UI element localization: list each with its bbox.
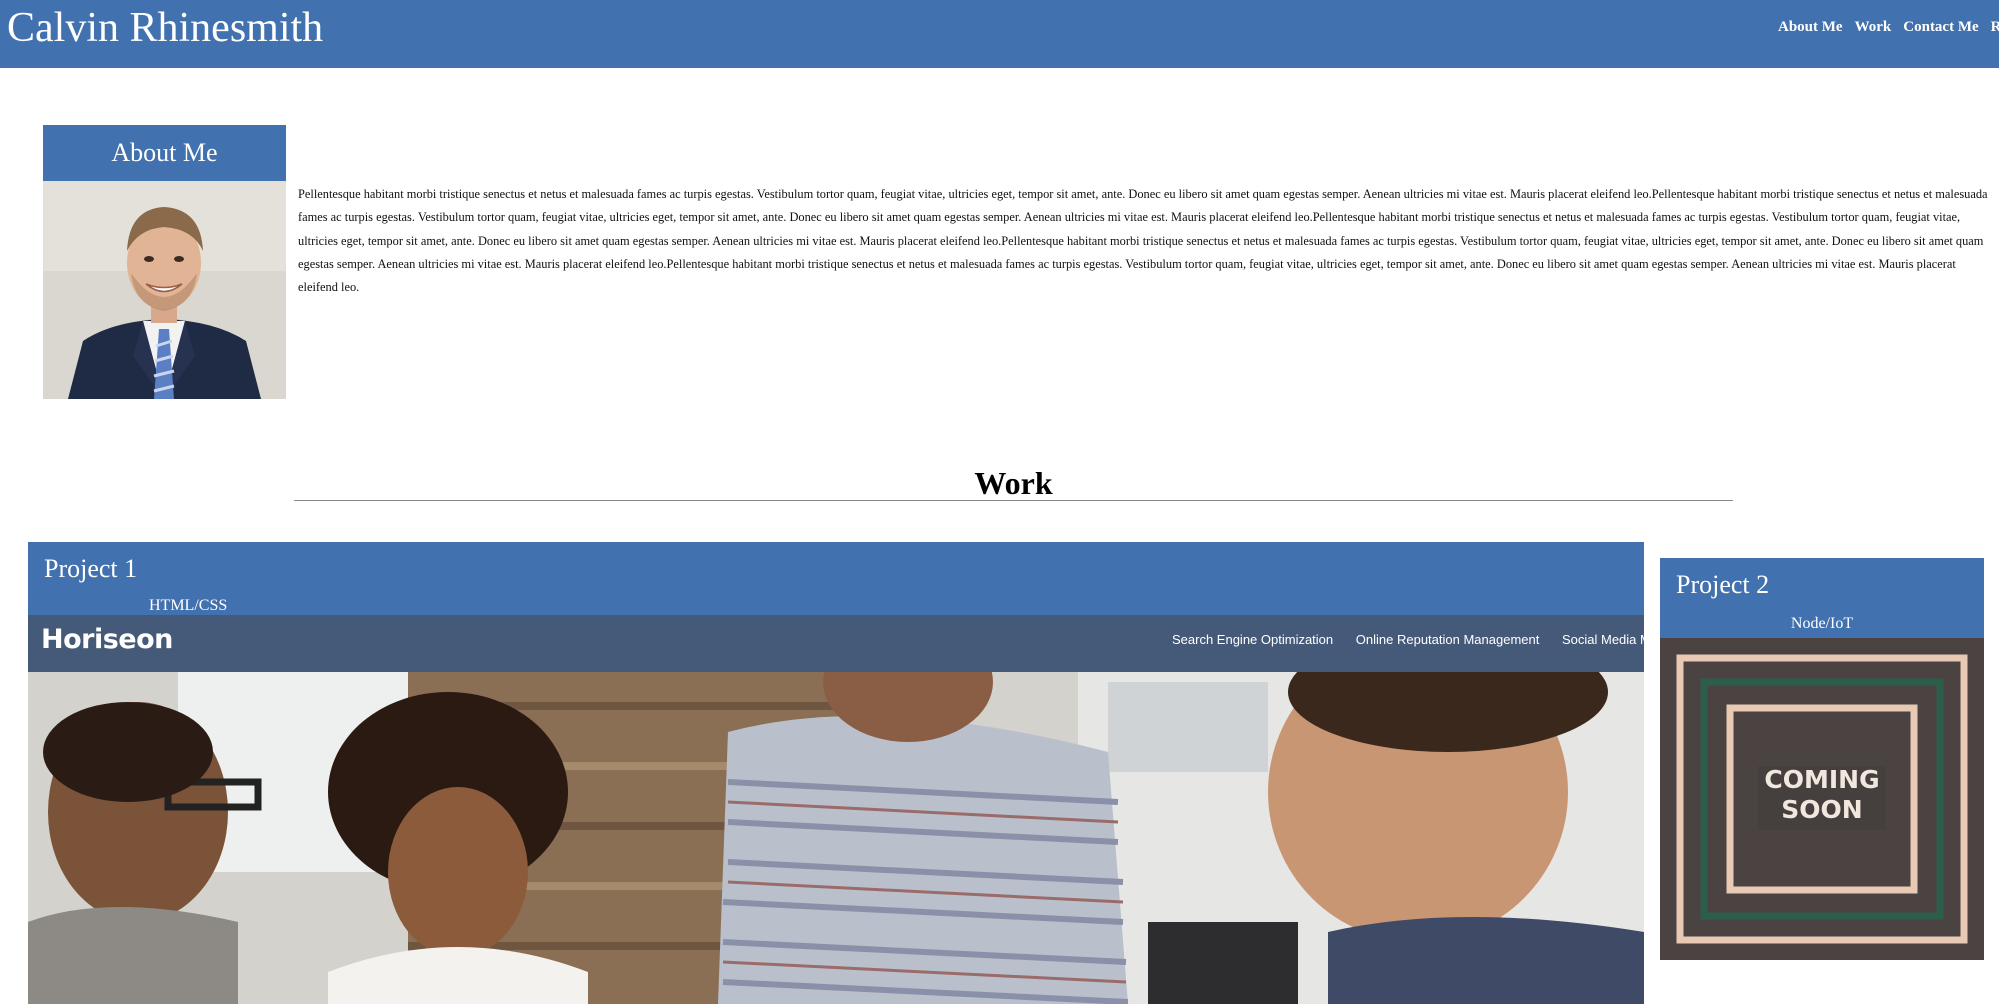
- nav-link-resume[interactable]: Resume: [1991, 19, 1999, 35]
- project-card-1[interactable]: Project 1 HTML/CSS Horiseon Search Engin…: [28, 542, 1644, 1004]
- horiseon-nav-item: Social Media Marketing: [1561, 632, 1644, 647]
- work-divider: [294, 500, 1733, 501]
- nav-link-about-me[interactable]: About Me: [1778, 19, 1843, 35]
- site-title: Calvin Rhinesmith: [7, 5, 324, 51]
- project-1-screenshot[interactable]: Horiseon Search Engine Optimization Onli…: [28, 615, 1644, 1004]
- site-header: Calvin Rhinesmith About Me Work Contact …: [0, 0, 1999, 68]
- horiseon-nav: Search Engine Optimization Online Reputa…: [1172, 632, 1644, 647]
- profile-photo: [43, 181, 286, 399]
- about-me-text: Pellentesque habitant morbi tristique se…: [298, 187, 1988, 295]
- about-me-heading: About Me: [43, 125, 286, 181]
- nav-link-contact-me[interactable]: Contact Me: [1903, 19, 1978, 35]
- horiseon-header: Horiseon Search Engine Optimization Onli…: [28, 615, 1644, 672]
- about-me-card: About Me: [43, 125, 286, 400]
- project-tech-label: HTML/CSS: [149, 597, 228, 614]
- nav-link-work[interactable]: Work: [1855, 19, 1892, 35]
- project-tech-label: Node/IoT: [1790, 615, 1854, 632]
- project-title: Project 2: [1676, 570, 1770, 599]
- work-heading: Work: [974, 465, 1053, 501]
- project-card-2[interactable]: Project 2 Node/IoT COMING SOON: [1660, 558, 1984, 960]
- main-nav: About Me Work Contact Me Resume: [1778, 18, 1999, 40]
- horiseon-logo: Horiseon: [41, 624, 173, 655]
- horiseon-nav-item: Online Reputation Management: [1355, 632, 1540, 647]
- coming-soon-text: SOON: [1781, 795, 1862, 824]
- coming-soon-text: COMING: [1764, 765, 1879, 794]
- coming-soon-image[interactable]: COMING SOON: [1660, 638, 1984, 960]
- project-title: Project 1: [44, 554, 138, 583]
- horiseon-nav-item: Search Engine Optimization: [1172, 632, 1334, 647]
- horiseon-hero-image: [28, 672, 1644, 1004]
